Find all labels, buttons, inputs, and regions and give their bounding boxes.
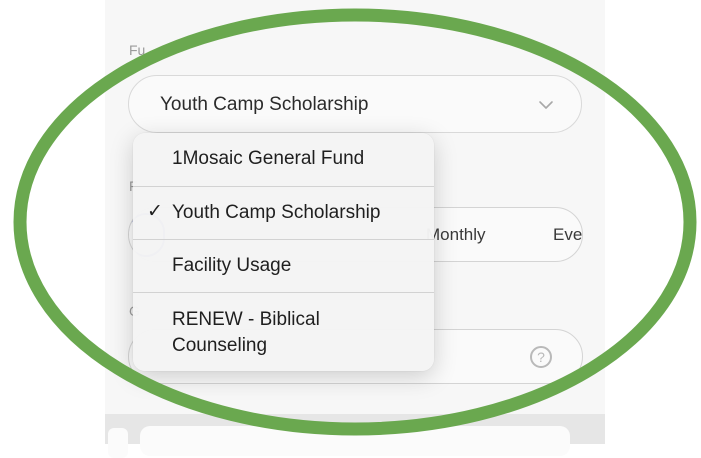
menu-item-label: 1Mosaic General Fund [172, 148, 365, 169]
bottom-button-main[interactable] [140, 426, 570, 456]
menu-item-general-fund[interactable]: 1Mosaic General Fund [133, 133, 434, 186]
chevron-down-icon [539, 101, 553, 109]
screen: Fu Youth Camp Scholarship F Monthly Eve … [0, 0, 701, 458]
menu-item-facility-usage[interactable]: Facility Usage [133, 239, 434, 292]
fund-dropdown-menu: 1Mosaic General Fund ✓ Youth Camp Schola… [133, 133, 434, 371]
question-circle-icon[interactable]: ? [530, 346, 552, 368]
menu-item-renew[interactable]: RENEW - Biblical Counseling [133, 292, 434, 371]
menu-item-youth-camp[interactable]: ✓ Youth Camp Scholarship [133, 186, 434, 239]
fund-selected-value: Youth Camp Scholarship [160, 94, 369, 115]
bottom-button-left[interactable] [108, 428, 128, 458]
right-margin [605, 0, 701, 444]
fund-label: Fu [129, 42, 146, 58]
menu-item-label: Youth Camp Scholarship [172, 202, 381, 223]
fund-select[interactable]: Youth Camp Scholarship [128, 75, 582, 133]
checkmark-icon: ✓ [147, 201, 163, 222]
frequency-option-monthly[interactable]: Monthly [426, 225, 486, 245]
frequency-option-every[interactable]: Eve [553, 225, 582, 245]
menu-item-label: RENEW - Biblical Counseling [172, 309, 320, 356]
menu-item-label: Facility Usage [172, 255, 292, 276]
